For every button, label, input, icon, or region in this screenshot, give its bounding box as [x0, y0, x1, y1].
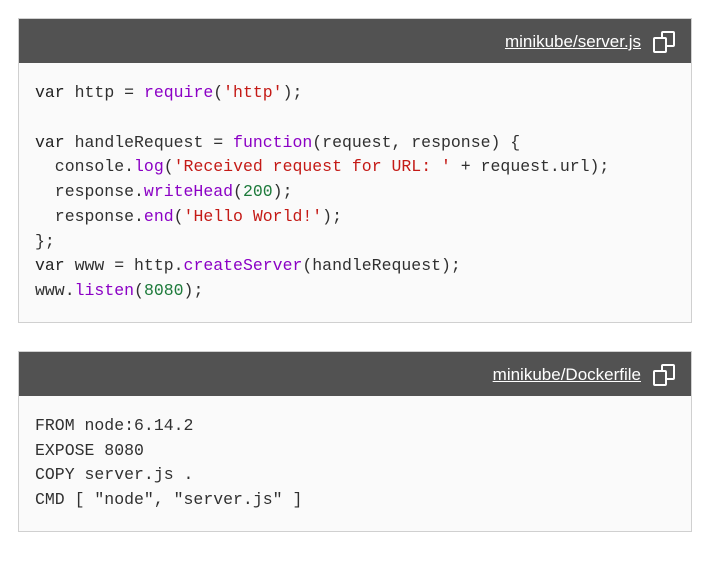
code-token: writeHead — [144, 182, 233, 201]
code-token: http = — [65, 83, 144, 102]
code-token: var — [35, 83, 65, 102]
code-token: ( — [213, 83, 223, 102]
code-token: response. — [35, 207, 144, 226]
code-block: minikube/Dockerfile FROM node:6.14.2 EXPO… — [18, 351, 692, 532]
code-token: CMD [ "node", "server.js" ] — [35, 490, 302, 509]
code-token: ( — [233, 182, 243, 201]
code-token: listen — [75, 281, 134, 300]
code-token: (request, response) { — [312, 133, 520, 152]
code-token: ); — [184, 281, 204, 300]
copy-icon[interactable] — [653, 31, 675, 53]
code-token: require — [144, 83, 213, 102]
code-token: function — [233, 133, 312, 152]
code-header: minikube/server.js — [19, 19, 691, 63]
code-token: ); — [283, 83, 303, 102]
code-token: www. — [35, 281, 75, 300]
code-token: COPY server.js . — [35, 465, 193, 484]
copy-icon[interactable] — [653, 364, 675, 386]
code-token: ); — [273, 182, 293, 201]
code-token: response. — [35, 182, 144, 201]
filename-link[interactable]: minikube/Dockerfile — [493, 365, 641, 385]
code-token: ( — [174, 207, 184, 226]
code-token: createServer — [184, 256, 303, 275]
code-token: }; — [35, 232, 55, 251]
code-token: var — [35, 133, 65, 152]
code-token: end — [144, 207, 174, 226]
code-token: log — [134, 157, 164, 176]
code-token: var — [35, 256, 65, 275]
code-token: FROM node:6.14.2 — [35, 416, 193, 435]
code-token: www = http. — [65, 256, 184, 275]
code-body: FROM node:6.14.2 EXPOSE 8080 COPY server… — [19, 396, 691, 531]
code-header: minikube/Dockerfile — [19, 352, 691, 396]
code-token: 200 — [243, 182, 273, 201]
code-token: EXPOSE 8080 — [35, 441, 144, 460]
code-block: minikube/server.jsvar http = require('ht… — [18, 18, 692, 323]
code-token: + request.url); — [451, 157, 609, 176]
filename-link[interactable]: minikube/server.js — [505, 32, 641, 52]
code-token: 'http' — [223, 83, 282, 102]
code-token: (handleRequest); — [302, 256, 460, 275]
code-token: ); — [322, 207, 342, 226]
code-token: 'Hello World!' — [184, 207, 323, 226]
code-token: console. — [35, 157, 134, 176]
code-token: handleRequest = — [65, 133, 233, 152]
code-token: ( — [164, 157, 174, 176]
code-token: 'Received request for URL: ' — [174, 157, 451, 176]
code-body: var http = require('http'); var handleRe… — [19, 63, 691, 322]
code-token: 8080 — [144, 281, 184, 300]
code-token: ( — [134, 281, 144, 300]
